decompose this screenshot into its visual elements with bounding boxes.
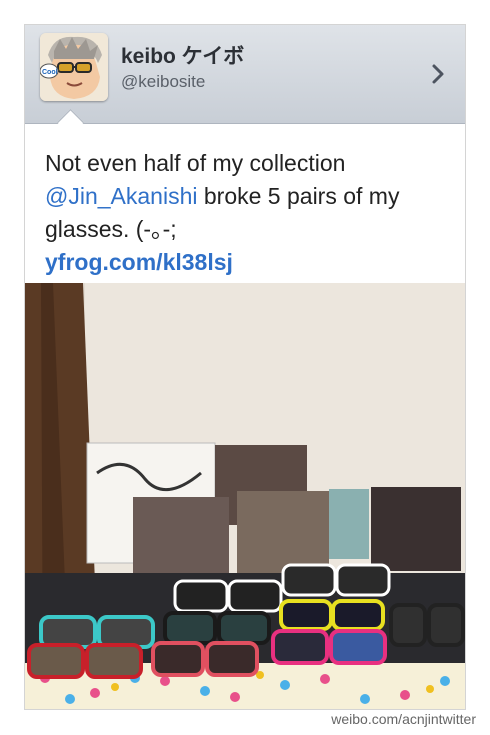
chevron-right-icon[interactable] <box>425 61 451 87</box>
yfrog-link[interactable]: yfrog.com/kl38lsj <box>45 249 233 275</box>
tweet-text-before: Not even half of my collection <box>45 150 346 176</box>
avatar-cool-text: Cool <box>42 69 58 76</box>
user-header[interactable]: Cool keibo ケイボ @keibosite <box>25 25 465 124</box>
mention-link[interactable]: @Jin_Akanishi <box>45 183 197 209</box>
attached-photo[interactable] <box>25 283 465 709</box>
watermark: weibo.com/acnjintwitter <box>331 711 476 727</box>
tweet-text: Not even half of my collection @Jin_Akan… <box>45 147 455 279</box>
display-name: keibo ケイボ <box>121 45 245 68</box>
tweet-card: Cool keibo ケイボ @keibosite Not even half … <box>24 24 466 710</box>
user-handle: @keibosite <box>121 72 206 91</box>
user-avatar[interactable]: Cool <box>40 33 108 101</box>
